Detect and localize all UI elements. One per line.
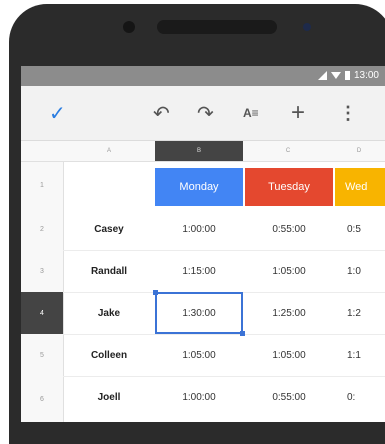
status-time: 13:00 [353, 70, 379, 81]
time-cell[interactable]: 0: [335, 376, 385, 418]
row-number[interactable]: 5 [21, 334, 64, 376]
toolbar: ✓ ↶ ↷ A≡ + ⋮ [21, 86, 385, 141]
time-cell[interactable]: 1:05:00 [245, 334, 333, 376]
more-vert-icon[interactable]: ⋮ [339, 100, 357, 126]
sensor [123, 21, 135, 33]
front-camera [303, 23, 311, 31]
header-cell-tuesday[interactable]: Tuesday [245, 168, 333, 206]
add-icon[interactable]: + [291, 99, 305, 126]
time-cell[interactable]: 1:0 [335, 250, 385, 292]
redo-icon[interactable]: ↷ [197, 100, 214, 126]
row-number[interactable]: 1 [21, 162, 64, 208]
row-number-selected[interactable]: 4 [21, 292, 64, 334]
column-header-a[interactable]: A [63, 141, 155, 161]
time-cell[interactable]: 1:05:00 [245, 250, 333, 292]
text-format-icon[interactable]: A≡ [243, 100, 259, 126]
check-icon[interactable]: ✓ [49, 100, 66, 126]
speaker-grille [157, 20, 277, 34]
time-cell[interactable]: 0:5 [335, 208, 385, 250]
screen: 13:00 ✓ ↶ ↷ A≡ + ⋮ A B C D 1 2 3 4 5 6 M… [21, 66, 385, 422]
selection-handle-top-left[interactable] [153, 290, 158, 295]
selection-box [155, 292, 243, 334]
time-cell[interactable]: 1:15:00 [155, 250, 243, 292]
wifi-icon [330, 72, 341, 79]
row-number[interactable]: 3 [21, 250, 64, 292]
time-cell[interactable]: 0:55:00 [245, 208, 333, 250]
name-cell[interactable]: Colleen [63, 334, 155, 376]
signal-icon [317, 71, 327, 80]
time-cell[interactable]: 1:00:00 [155, 376, 243, 418]
name-cell[interactable]: Randall [63, 250, 155, 292]
battery-icon [344, 71, 350, 80]
time-cell[interactable]: 1:25:00 [245, 292, 333, 334]
time-cell[interactable]: 1:1 [335, 334, 385, 376]
column-header-c[interactable]: C [243, 141, 333, 161]
selection-handle-bottom-right[interactable] [240, 331, 245, 336]
name-cell[interactable]: Casey [63, 208, 155, 250]
header-cell-wednesday[interactable]: Wed [335, 168, 385, 206]
time-cell[interactable]: 0:55:00 [245, 376, 333, 418]
column-header-d[interactable]: D [333, 141, 385, 161]
row-number[interactable]: 6 [21, 376, 64, 422]
time-cell[interactable]: 1:2 [335, 292, 385, 334]
header-cell-monday[interactable]: Monday [155, 168, 243, 206]
name-cell[interactable]: Joell [63, 376, 155, 418]
undo-icon[interactable]: ↶ [153, 100, 170, 126]
row-number[interactable]: 2 [21, 208, 64, 250]
time-cell[interactable]: 1:05:00 [155, 334, 243, 376]
time-cell[interactable]: 1:00:00 [155, 208, 243, 250]
status-bar: 13:00 [21, 66, 385, 86]
column-header-b[interactable]: B [155, 141, 243, 161]
name-cell[interactable]: Jake [63, 292, 155, 334]
column-header-row: A B C D [21, 141, 385, 162]
